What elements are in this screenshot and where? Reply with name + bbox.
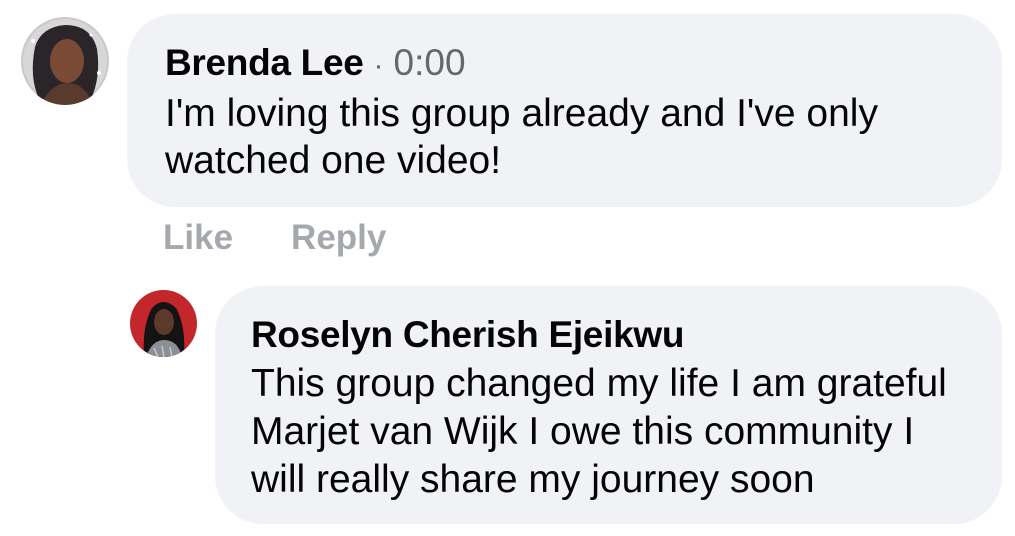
commenter-avatar[interactable] xyxy=(21,17,109,105)
author-name[interactable]: Brenda Lee xyxy=(165,42,364,84)
reply-avatar[interactable] xyxy=(130,290,197,357)
like-button[interactable]: Like xyxy=(163,218,233,258)
user-photo-icon xyxy=(21,17,109,105)
user-photo-icon xyxy=(130,290,197,357)
comment-header: Brenda Lee · 0:00 xyxy=(165,42,964,84)
reply-bubble: Roselyn Cherish Ejeikwu This group chang… xyxy=(215,286,1002,524)
timestamp[interactable]: 0:00 xyxy=(394,42,466,84)
comment-text: I'm loving this group already and I've o… xyxy=(165,92,878,182)
comment-bubble: Brenda Lee · 0:00 I'm loving this group … xyxy=(127,14,1002,207)
author-name[interactable]: Roselyn Cherish Ejeikwu xyxy=(251,314,684,356)
reply-text: This group changed my life I am grateful… xyxy=(251,362,947,501)
comment-actions: Like Reply xyxy=(163,218,386,258)
meta-separator: · xyxy=(373,49,384,82)
reply-button[interactable]: Reply xyxy=(291,218,386,258)
reply-header: Roselyn Cherish Ejeikwu xyxy=(251,314,966,356)
